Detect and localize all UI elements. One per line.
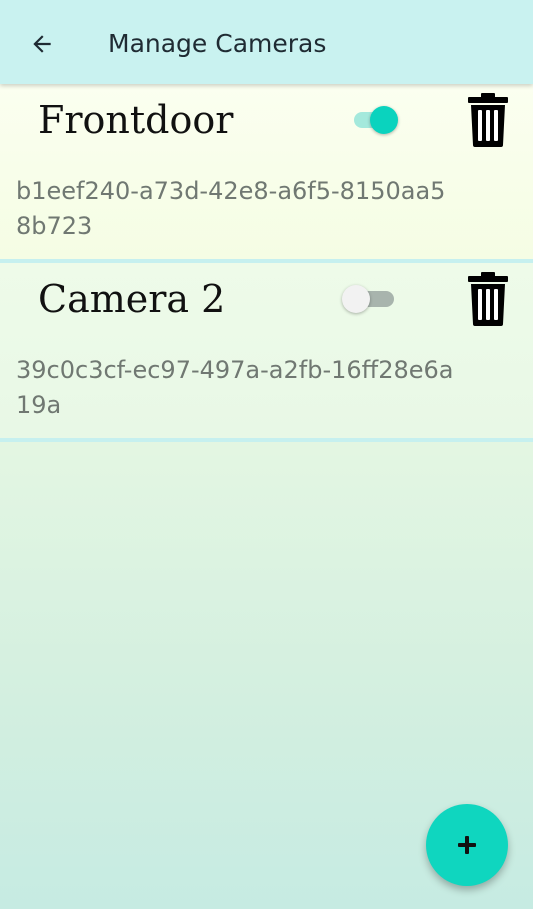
back-button[interactable] (22, 24, 62, 64)
delete-camera-button[interactable] (466, 92, 510, 148)
delete-camera-button[interactable] (466, 271, 510, 327)
camera-enabled-toggle[interactable] (342, 283, 404, 315)
trash-icon (468, 272, 508, 326)
camera-id: 39c0c3cf-ec97-497a-a2fb-16ff28e6a19a (16, 356, 454, 419)
camera-id: b1eef240-a73d-42e8-a6f5-8150aa58b723 (16, 177, 446, 240)
toggle-thumb (342, 285, 370, 313)
arrow-left-icon (33, 35, 51, 53)
camera-card: Frontdoor b1eef240-a73d-42e8-a6f5-8150aa… (0, 84, 533, 263)
camera-name: Camera 2 (38, 277, 226, 321)
add-camera-button[interactable] (426, 804, 508, 886)
camera-card: Camera 2 39c0c3cf-ec97-497a-a2fb-16ff28e… (0, 263, 533, 442)
page-title: Manage Cameras (108, 29, 327, 58)
app-bar: Manage Cameras (0, 0, 533, 84)
camera-list: Frontdoor b1eef240-a73d-42e8-a6f5-8150aa… (0, 84, 533, 442)
camera-enabled-toggle[interactable] (354, 104, 404, 136)
plus-icon (458, 836, 476, 854)
trash-icon (468, 93, 508, 147)
camera-name: Frontdoor (38, 98, 234, 142)
toggle-thumb (370, 106, 398, 134)
